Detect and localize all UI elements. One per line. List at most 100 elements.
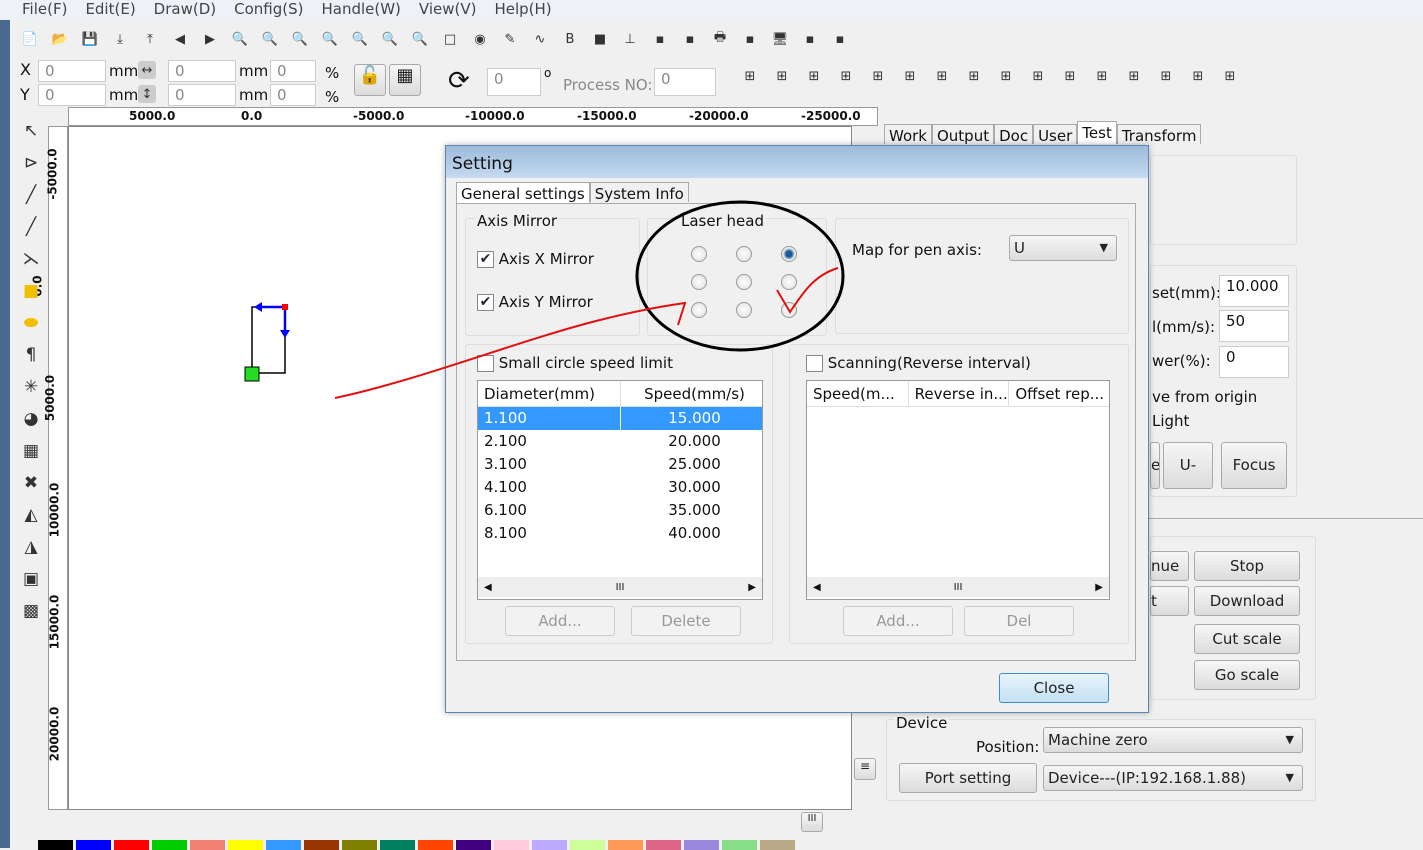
- import-icon[interactable]: ⤓: [108, 27, 132, 51]
- align-left-icon[interactable]: ⊞: [738, 64, 762, 88]
- palette-color[interactable]: [342, 840, 377, 850]
- group-icon[interactable]: ▪: [798, 27, 822, 51]
- tab-general-settings[interactable]: General settings: [456, 182, 590, 204]
- node-edit-tool-icon[interactable]: ⊳: [18, 150, 44, 176]
- table-row[interactable]: 6.100 35.000: [478, 499, 762, 522]
- speed-input[interactable]: 50: [1219, 310, 1289, 342]
- width-input[interactable]: 0: [168, 60, 236, 82]
- node-icon[interactable]: ◉: [468, 27, 492, 51]
- palette-color[interactable]: [304, 840, 339, 850]
- scale-y-input[interactable]: 0: [270, 84, 316, 106]
- arrow-se-icon[interactable]: ⊞: [1154, 64, 1178, 88]
- table-hscroll[interactable]: ◀ III ▶: [807, 577, 1109, 597]
- column-header[interactable]: Offset rep...: [1008, 381, 1109, 406]
- tab-test[interactable]: Test: [1077, 121, 1117, 144]
- column-header[interactable]: Reverse in...: [907, 381, 1009, 406]
- laser-head-radio[interactable]: [691, 302, 707, 318]
- menu-view[interactable]: View(V): [419, 0, 477, 20]
- laser-head-radio[interactable]: [736, 246, 752, 262]
- laser-head-radio[interactable]: [781, 274, 797, 290]
- zoom-grid-icon[interactable]: 🔍: [348, 27, 372, 51]
- power-input[interactable]: 0: [1219, 346, 1289, 378]
- space-v-icon[interactable]: ⊞: [962, 64, 986, 88]
- height-input[interactable]: 0: [168, 84, 236, 106]
- lock-icon[interactable]: 🔓: [354, 64, 386, 96]
- palette-color[interactable]: [266, 840, 301, 850]
- delete-tool-icon[interactable]: ✖: [18, 470, 44, 496]
- tab-user[interactable]: User: [1033, 124, 1078, 145]
- same-size-icon[interactable]: ⊞: [1058, 64, 1082, 88]
- menu-handle[interactable]: Handle(W): [321, 0, 400, 20]
- align-top-icon[interactable]: ⊞: [802, 64, 826, 88]
- download-button[interactable]: Download: [1194, 586, 1300, 616]
- scanning-table[interactable]: Speed(m... Reverse in... Offset rep... ◀ II…: [806, 380, 1110, 600]
- tree-icon[interactable]: ⊥: [618, 27, 642, 51]
- scanning-add-button[interactable]: Add...: [843, 606, 953, 636]
- axis-x-mirror-checkbox[interactable]: ✔ Axis X Mirror: [477, 250, 594, 268]
- small-circle-table[interactable]: Diameter(mm) Speed(mm/s) 1.100 15.000 2.100…: [477, 380, 763, 600]
- back-icon[interactable]: ◀: [168, 27, 192, 51]
- light-checkbox[interactable]: Light: [1152, 412, 1189, 430]
- column-header[interactable]: Speed(m...: [807, 381, 908, 406]
- zoom-select-icon[interactable]: 🔍: [408, 27, 432, 51]
- continue-button[interactable]: nue: [1150, 551, 1189, 581]
- small-circle-add-button[interactable]: Add...: [505, 606, 615, 636]
- doc-icon[interactable]: ▪: [738, 27, 762, 51]
- menu-draw[interactable]: Draw(D): [154, 0, 216, 20]
- mirror-v-tool-icon[interactable]: ◮: [18, 534, 44, 560]
- y-input[interactable]: 0: [38, 84, 106, 106]
- x-input[interactable]: 0: [38, 60, 106, 82]
- new-file-icon[interactable]: 📄: [18, 27, 42, 51]
- arrow-ne-icon[interactable]: ⊞: [1122, 64, 1146, 88]
- scale-x-input[interactable]: 0: [270, 60, 316, 82]
- center-h-icon[interactable]: ⊞: [866, 64, 890, 88]
- menu-config[interactable]: Config(S): [234, 0, 303, 20]
- small-circle-checkbox[interactable]: Small circle speed limit: [477, 354, 673, 372]
- align2-icon[interactable]: ▪: [678, 27, 702, 51]
- axis-y-mirror-checkbox[interactable]: ✔ Axis Y Mirror: [477, 293, 593, 311]
- zoom-in-icon[interactable]: 🔍: [258, 27, 282, 51]
- close-button[interactable]: Close: [999, 673, 1109, 703]
- curve-tool-icon[interactable]: ⋋: [18, 246, 44, 272]
- tab-doc[interactable]: Doc: [994, 124, 1034, 145]
- palette-color[interactable]: [532, 840, 567, 850]
- align-bottom-icon[interactable]: ⊞: [834, 64, 858, 88]
- laser-head-radio[interactable]: [736, 302, 752, 318]
- bmp-icon[interactable]: B: [558, 27, 582, 51]
- device-select[interactable]: Device---(IP:192.168.1.88) ▼: [1043, 765, 1303, 791]
- tab-output[interactable]: Output: [931, 124, 995, 145]
- arrow-nw-icon[interactable]: ⊞: [1090, 64, 1114, 88]
- array-tool-icon[interactable]: ▦: [18, 438, 44, 464]
- zoom-fit-icon[interactable]: 🔍: [228, 27, 252, 51]
- palette-color[interactable]: [418, 840, 453, 850]
- menu-help[interactable]: Help(H): [494, 0, 551, 20]
- rotate-icon[interactable]: ⟳: [448, 66, 470, 96]
- menu-edit[interactable]: Edit(E): [85, 0, 135, 20]
- save-icon[interactable]: 💾: [78, 27, 102, 51]
- grid-icon[interactable]: ▦: [389, 64, 421, 96]
- monitor-icon[interactable]: 🖥: [768, 27, 792, 51]
- align-right-icon[interactable]: ⊞: [770, 64, 794, 88]
- rotation-input[interactable]: 0: [487, 68, 541, 96]
- laser-head-radio[interactable]: [736, 274, 752, 290]
- line-tool-icon[interactable]: ╱: [18, 182, 44, 208]
- rectangle-tool-icon[interactable]: ■: [18, 278, 44, 304]
- horizontal-scrollbar[interactable]: III: [68, 810, 852, 834]
- table-row[interactable]: 4.100 30.000: [478, 476, 762, 499]
- offset-input[interactable]: 10.000: [1219, 275, 1289, 307]
- palette-color[interactable]: [684, 840, 719, 850]
- palette-color[interactable]: [570, 840, 605, 850]
- table-row[interactable]: 8.100 40.000: [478, 522, 762, 545]
- camera-tool-icon[interactable]: ◕: [18, 406, 44, 432]
- export-icon[interactable]: ⤒: [138, 27, 162, 51]
- move-button[interactable]: e: [1150, 442, 1160, 489]
- point-tool-icon[interactable]: ✳: [18, 374, 44, 400]
- menu-file[interactable]: File(F): [22, 0, 67, 20]
- table-row[interactable]: 2.100 20.000: [478, 430, 762, 453]
- palette-color[interactable]: [38, 840, 73, 850]
- move-from-origin-checkbox[interactable]: ve from origin: [1152, 388, 1257, 406]
- grid-array-tool-icon[interactable]: ▩: [18, 598, 44, 624]
- laser-head-radio[interactable]: [781, 302, 797, 318]
- column-header[interactable]: Speed(mm/s): [620, 381, 762, 406]
- palette-color[interactable]: [646, 840, 681, 850]
